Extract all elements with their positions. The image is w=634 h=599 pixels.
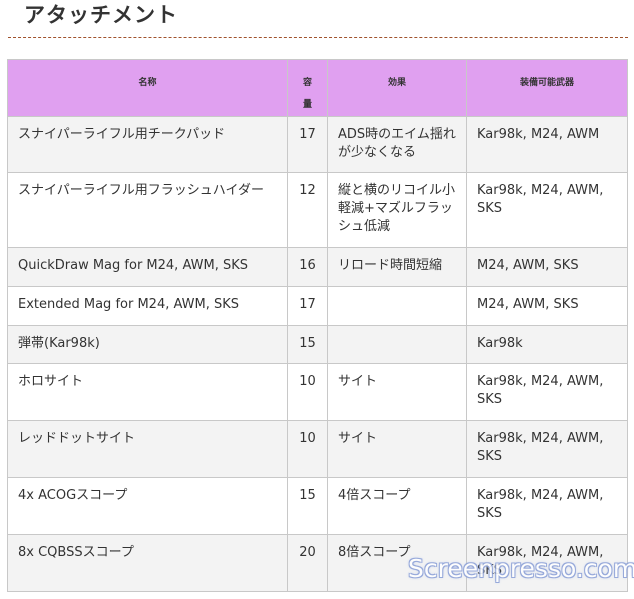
cell-weapons: Kar98k bbox=[466, 325, 628, 364]
page-title: アタッチメント bbox=[24, 3, 178, 27]
cell-name: QuickDraw Mag for M24, AWM, SKS bbox=[7, 247, 288, 287]
cell-effect: ADS時のエイム揺れが少なくなる bbox=[327, 116, 467, 173]
cell-name: 4x ACOGスコープ bbox=[7, 477, 288, 535]
table-row: Extended Mag for M24, AWM, SKS 17 M24, A… bbox=[7, 286, 628, 326]
cell-effect: 4倍スコープ bbox=[327, 477, 467, 535]
cell-weapons: M24, AWM, SKS bbox=[466, 247, 628, 287]
table-row: 弾帯(Kar98k) 15 Kar98k bbox=[7, 325, 628, 364]
attachment-table: 名称 容量 効果 装備可能武器 スナイパーライフル用チークパッド 17 ADS時… bbox=[7, 59, 628, 592]
cell-weapons: M24, AWM, SKS bbox=[466, 286, 628, 326]
cell-name: 8x CQBSSスコープ bbox=[7, 534, 288, 592]
cell-name: 弾帯(Kar98k) bbox=[7, 325, 288, 364]
header-capacity: 容量 bbox=[287, 59, 328, 117]
table-header-row: 名称 容量 効果 装備可能武器 bbox=[7, 59, 628, 117]
cell-effect: サイト bbox=[327, 363, 467, 421]
cell-weapons: Kar98k, M24, AWM, SKS bbox=[466, 477, 628, 535]
cell-name: Extended Mag for M24, AWM, SKS bbox=[7, 286, 288, 326]
table-row: スナイパーライフル用チークパッド 17 ADS時のエイム揺れが少なくなる Kar… bbox=[7, 116, 628, 173]
cell-name: スナイパーライフル用フラッシュハイダー bbox=[7, 172, 288, 248]
cell-capacity: 10 bbox=[287, 363, 328, 421]
cell-weapons: Kar98k, M24, AWM, SKS bbox=[466, 172, 628, 248]
header-effect: 効果 bbox=[327, 59, 467, 117]
cell-capacity: 17 bbox=[287, 286, 328, 326]
cell-capacity: 17 bbox=[287, 116, 328, 173]
cell-weapons: Kar98k, M24, AWM, SKS bbox=[466, 420, 628, 478]
table-row: スナイパーライフル用フラッシュハイダー 12 縦と横のリコイル小軽減+マズルフラ… bbox=[7, 172, 628, 248]
cell-capacity: 15 bbox=[287, 477, 328, 535]
title-divider bbox=[8, 37, 628, 38]
cell-weapons: Kar98k, M24, AWM bbox=[466, 116, 628, 173]
page: アタッチメント 名称 容量 効果 装備可能武器 スナイパーライフル用チークパッド… bbox=[0, 0, 634, 599]
screenpresso-watermark: Screenpresso.com bbox=[408, 554, 634, 583]
cell-effect: 縦と横のリコイル小軽減+マズルフラッシュ低減 bbox=[327, 172, 467, 248]
table-row: ホロサイト 10 サイト Kar98k, M24, AWM, SKS bbox=[7, 363, 628, 421]
cell-capacity: 16 bbox=[287, 247, 328, 287]
cell-name: ホロサイト bbox=[7, 363, 288, 421]
cell-capacity: 10 bbox=[287, 420, 328, 478]
cell-name: レッドドットサイト bbox=[7, 420, 288, 478]
header-weapons: 装備可能武器 bbox=[466, 59, 628, 117]
cell-effect bbox=[327, 286, 467, 326]
cell-effect bbox=[327, 325, 467, 364]
table-row: QuickDraw Mag for M24, AWM, SKS 16 リロード時… bbox=[7, 247, 628, 287]
table-row: レッドドットサイト 10 サイト Kar98k, M24, AWM, SKS bbox=[7, 420, 628, 478]
cell-capacity: 20 bbox=[287, 534, 328, 592]
cell-effect: リロード時間短縮 bbox=[327, 247, 467, 287]
header-name: 名称 bbox=[7, 59, 288, 117]
cell-name: スナイパーライフル用チークパッド bbox=[7, 116, 288, 173]
cell-weapons: Kar98k, M24, AWM, SKS bbox=[466, 363, 628, 421]
cell-effect: サイト bbox=[327, 420, 467, 478]
cell-capacity: 15 bbox=[287, 325, 328, 364]
cell-capacity: 12 bbox=[287, 172, 328, 248]
table-row: 4x ACOGスコープ 15 4倍スコープ Kar98k, M24, AWM, … bbox=[7, 477, 628, 535]
